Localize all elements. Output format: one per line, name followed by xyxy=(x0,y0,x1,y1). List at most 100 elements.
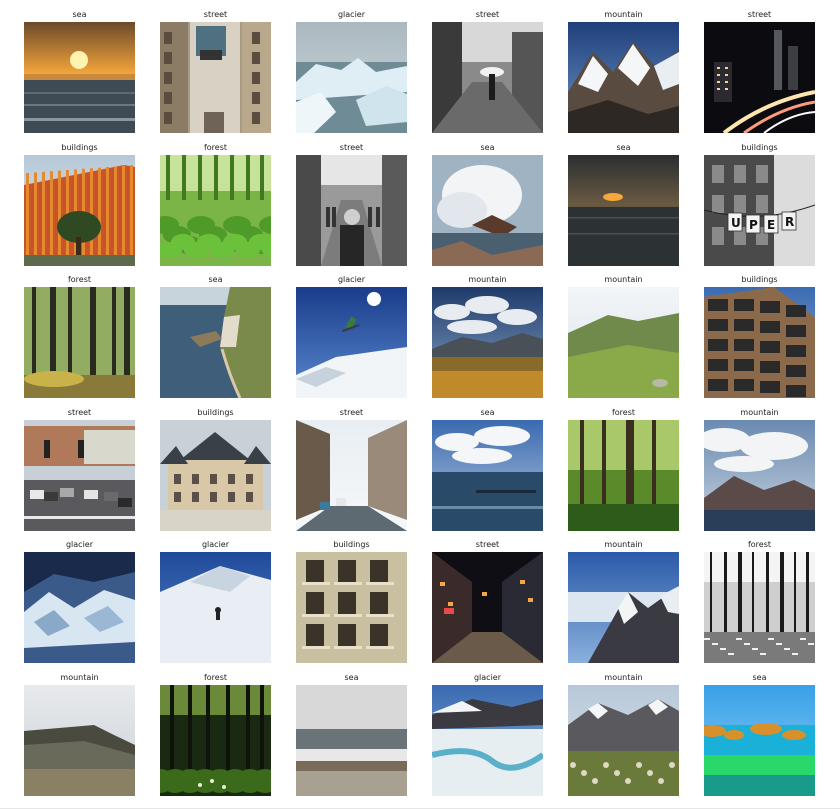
svg-text:R: R xyxy=(785,215,794,229)
image-thumbnail xyxy=(568,552,679,663)
image-label: sea xyxy=(344,673,359,682)
grid-cell: sea xyxy=(296,673,407,796)
image-thumbnail: UPER xyxy=(704,155,815,266)
image-label: forest xyxy=(203,673,228,682)
grid-cell: mountain xyxy=(568,275,679,398)
image-thumbnail xyxy=(24,287,135,398)
grid-cell: street xyxy=(704,10,815,133)
image-thumbnail xyxy=(568,420,679,531)
image-label: buildings xyxy=(741,275,778,284)
grid-cell: street xyxy=(296,408,407,531)
image-label: buildings xyxy=(333,540,370,549)
image-label: street xyxy=(339,408,364,417)
image-label: mountain xyxy=(604,10,643,19)
image-thumbnail xyxy=(704,420,815,531)
grid-cell: street xyxy=(296,143,407,266)
image-label: mountain xyxy=(60,673,99,682)
image-thumbnail xyxy=(296,155,407,266)
image-label: mountain xyxy=(468,275,507,284)
image-thumbnail xyxy=(160,420,271,531)
grid-cell: buildings xyxy=(160,408,271,531)
grid-cell: glacier xyxy=(432,673,543,796)
image-thumbnail xyxy=(296,685,407,796)
grid-cell: street xyxy=(432,540,543,663)
image-label: buildings xyxy=(741,143,778,152)
image-thumbnail xyxy=(160,155,271,266)
image-label: buildings xyxy=(197,408,234,417)
grid-cell: forest xyxy=(160,143,271,266)
image-thumbnail xyxy=(568,155,679,266)
image-label: street xyxy=(747,10,772,19)
image-thumbnail xyxy=(24,155,135,266)
image-thumbnail xyxy=(432,287,543,398)
image-thumbnail xyxy=(24,685,135,796)
grid-cell: sea xyxy=(432,408,543,531)
grid-cell: sea xyxy=(160,275,271,398)
image-label: mountain xyxy=(604,673,643,682)
grid-cell: buildings UPER xyxy=(704,143,815,266)
image-thumbnail xyxy=(296,287,407,398)
grid-cell: mountain xyxy=(24,673,135,796)
image-label: glacier xyxy=(337,275,366,284)
image-label: forest xyxy=(747,540,772,549)
grid-cell: forest xyxy=(24,275,135,398)
grid-cell: forest xyxy=(160,673,271,796)
grid-cell: street xyxy=(24,408,135,531)
grid-cell: mountain xyxy=(704,408,815,531)
image-label: sea xyxy=(480,408,495,417)
image-label: mountain xyxy=(604,275,643,284)
grid-cell: forest xyxy=(568,408,679,531)
image-label: mountain xyxy=(740,408,779,417)
image-thumbnail xyxy=(704,552,815,663)
image-thumbnail xyxy=(432,420,543,531)
image-thumbnail xyxy=(704,685,815,796)
grid-cell: glacier xyxy=(24,540,135,663)
grid-cell: sea xyxy=(568,143,679,266)
grid-cell: mountain xyxy=(568,540,679,663)
grid-cell: glacier xyxy=(160,540,271,663)
image-label: forest xyxy=(611,408,636,417)
image-label: sea xyxy=(72,10,87,19)
image-thumbnail xyxy=(160,685,271,796)
image-label: sea xyxy=(616,143,631,152)
image-label: street xyxy=(475,540,500,549)
image-thumbnail xyxy=(432,22,543,133)
image-thumbnail xyxy=(296,22,407,133)
image-thumbnail xyxy=(568,685,679,796)
grid-cell: street xyxy=(432,10,543,133)
image-label: glacier xyxy=(473,673,502,682)
image-thumbnail xyxy=(24,552,135,663)
grid-cell: mountain xyxy=(432,275,543,398)
image-label: forest xyxy=(67,275,92,284)
grid-cell: sea xyxy=(704,673,815,796)
image-label: glacier xyxy=(65,540,94,549)
grid-cell: mountain xyxy=(568,673,679,796)
image-label: street xyxy=(475,10,500,19)
image-thumbnail xyxy=(704,287,815,398)
image-label: forest xyxy=(203,143,228,152)
image-grid: sea street glacier street mountain stree… xyxy=(0,0,840,809)
image-label: street xyxy=(339,143,364,152)
grid-cell: glacier xyxy=(296,10,407,133)
image-thumbnail xyxy=(160,22,271,133)
svg-text:E: E xyxy=(767,218,775,232)
grid-cell: glacier xyxy=(296,275,407,398)
image-label: sea xyxy=(480,143,495,152)
image-thumbnail xyxy=(160,552,271,663)
image-thumbnail xyxy=(704,22,815,133)
image-thumbnail xyxy=(432,685,543,796)
image-label: mountain xyxy=(604,540,643,549)
image-label: street xyxy=(203,10,228,19)
image-thumbnail xyxy=(24,22,135,133)
grid-cell: sea xyxy=(432,143,543,266)
image-label: buildings xyxy=(61,143,98,152)
image-label: street xyxy=(67,408,92,417)
image-thumbnail xyxy=(568,287,679,398)
grid-cell: mountain xyxy=(568,10,679,133)
image-label: sea xyxy=(208,275,223,284)
grid-cell: sea xyxy=(24,10,135,133)
grid-cell: buildings xyxy=(296,540,407,663)
image-thumbnail xyxy=(296,420,407,531)
image-thumbnail xyxy=(24,420,135,531)
image-label: sea xyxy=(752,673,767,682)
